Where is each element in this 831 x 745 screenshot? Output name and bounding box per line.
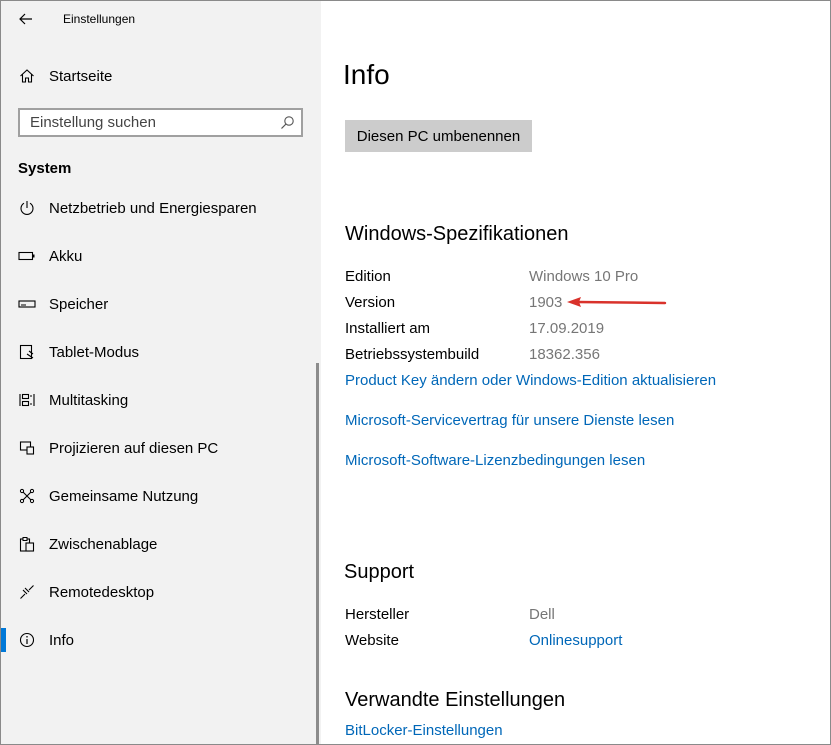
sidebar-item-label: Remotedesktop [49, 583, 155, 601]
project-icon [18, 439, 36, 457]
service-agreement-link[interactable]: Microsoft-Servicevertrag für unsere Dien… [345, 412, 674, 429]
sidebar-scrollbar[interactable] [316, 363, 319, 744]
support-value-manufacturer: Dell [529, 606, 555, 623]
support-label-manufacturer: Hersteller [345, 606, 410, 623]
nav-home-label: Startseite [49, 67, 113, 85]
spec-value-build: 18362.356 [529, 346, 600, 363]
title-bar: Einstellungen [1, 1, 321, 39]
online-support-link[interactable]: Onlinesupport [529, 632, 622, 649]
multitasking-icon [18, 391, 36, 409]
section-heading-system: System [18, 160, 72, 177]
info-icon [18, 631, 36, 649]
sidebar-item-label: Gemeinsame Nutzung [49, 487, 199, 505]
spec-value-version: 1903 [529, 294, 563, 311]
share-icon [18, 487, 36, 505]
search-input[interactable] [20, 110, 280, 135]
power-icon [18, 199, 36, 217]
spec-label-build: Betriebssystembuild [345, 346, 480, 363]
back-button[interactable] [11, 7, 41, 31]
spec-value-edition: Windows 10 Pro [529, 268, 639, 285]
sidebar-item-power[interactable]: Netzbetrieb und Energiesparen [1, 188, 316, 228]
sidebar-item-label: Netzbetrieb und Energiesparen [49, 199, 257, 217]
search-box [18, 108, 303, 137]
sidebar-item-label: Zwischenablage [49, 535, 158, 553]
sidebar-item-clipboard[interactable]: Zwischenablage [1, 524, 316, 564]
sidebar-item-share[interactable]: Gemeinsame Nutzung [1, 476, 316, 516]
support-heading: Support [344, 561, 415, 583]
nav-home[interactable]: Startseite [1, 56, 316, 96]
sidebar-item-project[interactable]: Projizieren auf diesen PC [1, 428, 316, 468]
license-terms-link[interactable]: Microsoft-Software-Lizenzbedingungen les… [345, 452, 645, 469]
sidebar-item-storage[interactable]: Speicher [1, 284, 316, 324]
sidebar-item-multitasking[interactable]: Multitasking [1, 380, 316, 420]
search-icon[interactable] [280, 115, 295, 130]
clipboard-icon [18, 535, 36, 553]
sidebar-item-label: Multitasking [49, 391, 129, 409]
sidebar-item-info[interactable]: Info [1, 620, 316, 660]
sidebar-item-tablet-mode[interactable]: Tablet-Modus [1, 332, 316, 372]
app-title: Einstellungen [63, 12, 136, 26]
related-settings-heading: Verwandte Einstellungen [345, 689, 566, 711]
sidebar-item-remote-desktop[interactable]: Remotedesktop [1, 572, 316, 612]
specs-heading: Windows-Spezifikationen [345, 223, 569, 245]
product-key-link[interactable]: Product Key ändern oder Windows-Edition … [345, 372, 716, 389]
sidebar-item-battery[interactable]: Akku [1, 236, 316, 276]
tablet-mode-icon [18, 343, 36, 361]
spec-value-installed: 17.09.2019 [529, 320, 605, 337]
storage-icon [18, 295, 36, 313]
bitlocker-settings-link[interactable]: BitLocker-Einstellungen [345, 722, 503, 739]
spec-label-edition: Edition [345, 268, 391, 285]
rename-pc-button[interactable]: Diesen PC umbenennen [345, 120, 532, 152]
sidebar-item-label: Info [49, 631, 75, 649]
spec-label-version: Version [345, 294, 396, 311]
support-label-website: Website [345, 632, 399, 649]
sidebar-item-label: Akku [49, 247, 83, 265]
remote-desktop-icon [18, 583, 36, 601]
sidebar-item-label: Speicher [49, 295, 109, 313]
spec-label-installed: Installiert am [345, 320, 431, 337]
sidebar-item-label: Tablet-Modus [49, 343, 140, 361]
home-icon [18, 67, 36, 85]
settings-window: Einstellungen Startseite System [0, 0, 831, 745]
page-title: Info [343, 59, 390, 90]
annotation-arrow-icon [567, 297, 667, 307]
main-content: Info Diesen PC umbenennen Windows-Spezif… [321, 1, 830, 744]
sidebar: Einstellungen Startseite System [1, 1, 321, 744]
battery-icon [18, 247, 36, 265]
sidebar-item-label: Projizieren auf diesen PC [49, 439, 219, 457]
back-arrow-icon [19, 13, 32, 25]
